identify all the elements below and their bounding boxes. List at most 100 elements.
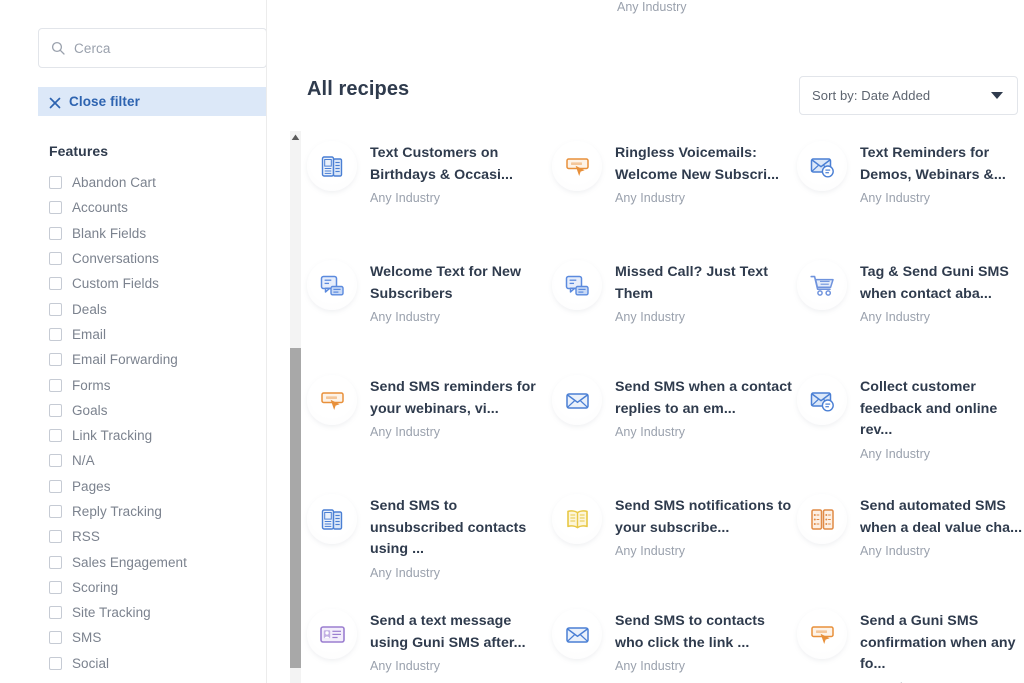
filter-checkbox[interactable]	[49, 277, 62, 291]
recipe-card-industry: Any Industry	[860, 310, 931, 324]
recipe-card-industry: Any Industry	[860, 191, 931, 205]
filter-item[interactable]: Forms	[49, 372, 267, 397]
filter-item[interactable]: Deals	[49, 296, 267, 321]
filter-checkbox[interactable]	[49, 479, 62, 493]
recipe-card-title: Text Reminders for Demos, Webinars &...	[860, 145, 1006, 183]
filter-label: Accounts	[72, 200, 128, 216]
recipe-card-text: Text Reminders for Demos, Webinars &... A…	[860, 139, 1024, 205]
filter-item[interactable]: Email	[49, 322, 267, 347]
search-placeholder: Cerca	[74, 40, 111, 56]
chat-message-icon	[552, 260, 602, 310]
recipe-card-text: Send SMS notifications to your subscribe…	[615, 492, 797, 558]
recipe-card-title: Send SMS to unsubscribed contacts using …	[370, 498, 527, 557]
filter-label: Abandon Cart	[72, 175, 156, 191]
search-icon	[51, 41, 65, 55]
search-input[interactable]: Cerca	[38, 28, 267, 68]
filter-checkbox[interactable]	[49, 252, 62, 266]
filter-checkbox[interactable]	[49, 403, 62, 417]
recipe-card-text: Send SMS reminders for your webinars, vi…	[370, 373, 552, 439]
filter-label: Link Tracking	[72, 428, 153, 444]
filter-label: Custom Fields	[72, 276, 159, 292]
filter-item[interactable]: Scoring	[49, 575, 267, 600]
banner-click-icon	[797, 609, 847, 659]
recipe-card-text: Text Customers on Birthdays & Occasi... A…	[370, 139, 552, 205]
recipe-card[interactable]: Send a Guni SMS confirmation when any fo…	[797, 607, 1024, 683]
recipe-card[interactable]: Text Customers on Birthdays & Occasi... A…	[307, 139, 552, 258]
envelope-reply-icon	[797, 375, 847, 425]
filter-checkbox[interactable]	[49, 606, 62, 620]
filter-item[interactable]: Email Forwarding	[49, 347, 267, 372]
filter-item[interactable]: Social	[49, 651, 267, 676]
filter-item[interactable]: Goals	[49, 398, 267, 423]
filter-checkbox[interactable]	[49, 302, 62, 316]
filter-checkbox[interactable]	[49, 580, 62, 594]
recipe-card-industry: Any Industry	[370, 659, 441, 673]
filter-label: N/A	[72, 453, 95, 469]
recipe-card[interactable]: Send SMS reminders for your webinars, vi…	[307, 373, 552, 492]
filter-checkbox[interactable]	[49, 656, 62, 670]
filter-item[interactable]: Pages	[49, 474, 267, 499]
recipe-card[interactable]: Send SMS to contacts who click the link …	[552, 607, 797, 683]
filter-item[interactable]: Custom Fields	[49, 271, 267, 296]
recipe-card-title: Send SMS reminders for your webinars, vi…	[370, 379, 536, 417]
filter-item[interactable]: Site Tracking	[49, 600, 267, 625]
recipe-card[interactable]: Tag & Send Guni SMS when contact aba... A…	[797, 258, 1024, 373]
filter-item[interactable]: N/A	[49, 448, 267, 473]
filter-item[interactable]: Abandon Cart	[49, 170, 267, 195]
recipe-card-industry: Any Industry	[615, 544, 686, 558]
recipe-card[interactable]: Missed Call? Just Text Them Any Industry	[552, 258, 797, 373]
recipe-card[interactable]: Send a text message using Guni SMS after…	[307, 607, 552, 683]
recipe-card[interactable]: Ringless Voicemails: Welcome New Subscri…	[552, 139, 797, 258]
recipe-card-text: Collect customer feedback and online rev…	[860, 373, 1024, 461]
filter-checkbox[interactable]	[49, 555, 62, 569]
filter-checkbox[interactable]	[49, 378, 62, 392]
filter-checkbox[interactable]	[49, 201, 62, 215]
close-icon	[49, 96, 61, 108]
recipe-card[interactable]: Send SMS notifications to your subscribe…	[552, 492, 797, 607]
filter-item[interactable]: Conversations	[49, 246, 267, 271]
filter-label: Conversations	[72, 251, 159, 267]
filter-checkbox[interactable]	[49, 176, 62, 190]
recipe-card-industry: Any Industry	[615, 425, 686, 439]
filter-checkbox[interactable]	[49, 454, 62, 468]
filter-sidebar: Cerca Close filter Features Abandon Cart…	[38, 0, 301, 683]
recipe-card[interactable]: Send automated SMS when a deal value cha…	[797, 492, 1024, 607]
filter-item[interactable]: Sales Engagement	[49, 549, 267, 574]
filter-label: RSS	[72, 529, 100, 545]
recipe-card-title: Send SMS to contacts who click the link …	[615, 613, 765, 651]
filter-checkbox[interactable]	[49, 631, 62, 645]
filter-label: Email Forwarding	[72, 352, 178, 368]
sort-by-dropdown[interactable]: Sort by: Date Added	[799, 76, 1018, 115]
recipe-card[interactable]: Collect customer feedback and online rev…	[797, 373, 1024, 492]
recipe-card-title: Send SMS notifications to your subscribe…	[615, 498, 792, 536]
filter-list: Abandon Cart Accounts Blank Fields Conversa…	[38, 170, 267, 676]
recipe-card[interactable]: Send SMS when a contact replies to an em…	[552, 373, 797, 492]
main-content: Any Industry All recipes Sort by: Date A…	[266, 0, 1024, 683]
filter-item[interactable]: Link Tracking	[49, 423, 267, 448]
filter-item[interactable]: Reply Tracking	[49, 499, 267, 524]
recipe-card-title: Send a Guni SMS confirmation when any fo…	[860, 613, 1016, 672]
filter-checkbox[interactable]	[49, 353, 62, 367]
filter-item[interactable]: RSS	[49, 524, 267, 549]
filter-checkbox[interactable]	[49, 327, 62, 341]
recipe-card[interactable]: Text Reminders for Demos, Webinars &... A…	[797, 139, 1024, 258]
recipe-card-title: Send automated SMS when a deal value cha…	[860, 498, 1023, 536]
filter-label: Email	[72, 326, 107, 342]
filter-checkbox[interactable]	[49, 505, 62, 518]
filter-checkbox[interactable]	[49, 530, 62, 544]
filter-item[interactable]: Blank Fields	[49, 221, 267, 246]
recipe-card-title: Welcome Text for New Subscribers	[370, 264, 522, 302]
recipe-card[interactable]: Send SMS to unsubscribed contacts using …	[307, 492, 552, 607]
sort-by-label: Sort by: Date Added	[812, 88, 931, 103]
recipe-card[interactable]: Welcome Text for New Subscribers Any Indu…	[307, 258, 552, 373]
close-filter-button[interactable]: Close filter	[38, 87, 267, 116]
filter-item[interactable]: SMS	[49, 625, 267, 650]
filter-checkbox[interactable]	[49, 429, 62, 443]
recipe-card-text: Missed Call? Just Text Them Any Industry	[615, 258, 797, 324]
filter-item[interactable]: Accounts	[49, 195, 267, 220]
filter-label: Forms	[72, 377, 111, 393]
filter-checkbox[interactable]	[49, 226, 62, 240]
recipe-card-industry: Any Industry	[370, 425, 441, 439]
banner-click-icon	[307, 375, 357, 425]
filter-label: Reply Tracking	[72, 504, 162, 519]
